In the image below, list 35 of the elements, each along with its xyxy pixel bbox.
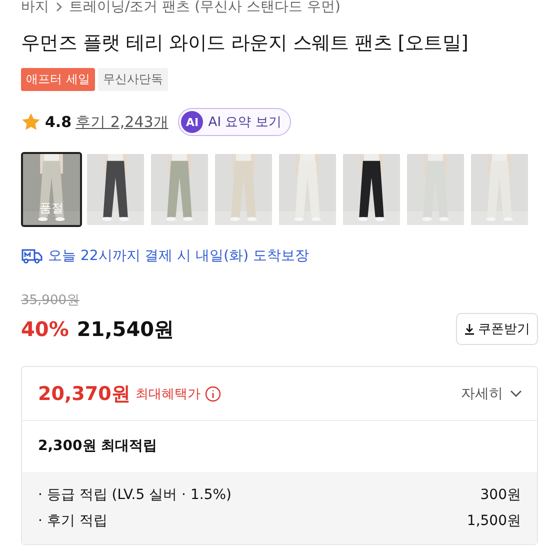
max-benefit-label: 최대혜택가 [135,386,200,403]
breadcrumb-link[interactable]: 바지 [21,0,49,16]
details-button[interactable]: 자세히 [461,385,523,403]
product-thumbnail[interactable] [405,152,466,227]
original-price: 35,900원 [21,292,80,309]
max-benefit-price: 20,370원 [38,382,130,407]
info-icon[interactable] [205,386,222,402]
points-value: 300원 [480,486,521,504]
chevron-down-icon [509,389,523,399]
points-label: · 등급 적립 (LV.5 실버 · 1.5%) [38,486,232,504]
sale-price: 21,540원 [76,316,176,342]
product-thumbnail[interactable] [469,152,530,227]
product-title: 우먼즈 플랫 테리 와이드 라운지 스웨트 팬츠 [오트밀] [21,31,470,56]
truck-icon [21,248,43,264]
points-total: 2,300원 최대적립 [37,437,158,456]
reviews-link[interactable]: 후기 2,243개 [76,112,168,132]
tag: 무신사단독 [98,68,168,91]
product-thumbnail[interactable] [213,152,274,227]
breadcrumb-link[interactable]: 트레이닝/조거 팬츠 (무신사 스탠다드 우먼) [69,0,340,16]
star-icon [21,112,41,132]
download-icon [464,323,475,335]
product-thumbnail[interactable] [149,152,210,227]
chevron-icon [55,2,63,12]
discount-rate: 40% [21,317,69,341]
rating-score: 4.8 [45,113,72,131]
product-thumbnail[interactable] [341,152,402,227]
sold-out-label: 품절 [38,200,64,217]
ai-summary-button[interactable]: AI AI 요약 보기 [178,108,292,136]
points-label: · 후기 적립 [38,512,108,530]
coupon-button[interactable]: 쿠폰받기 [456,313,538,345]
product-thumbnail[interactable] [85,152,146,227]
product-thumbnail[interactable] [277,152,338,227]
points-value: 1,500원 [466,512,521,530]
delivery-text: 오늘 22시까지 결제 시 내일(화) 도착보장 [48,247,309,265]
tag: 애프터 세일 [21,68,95,91]
